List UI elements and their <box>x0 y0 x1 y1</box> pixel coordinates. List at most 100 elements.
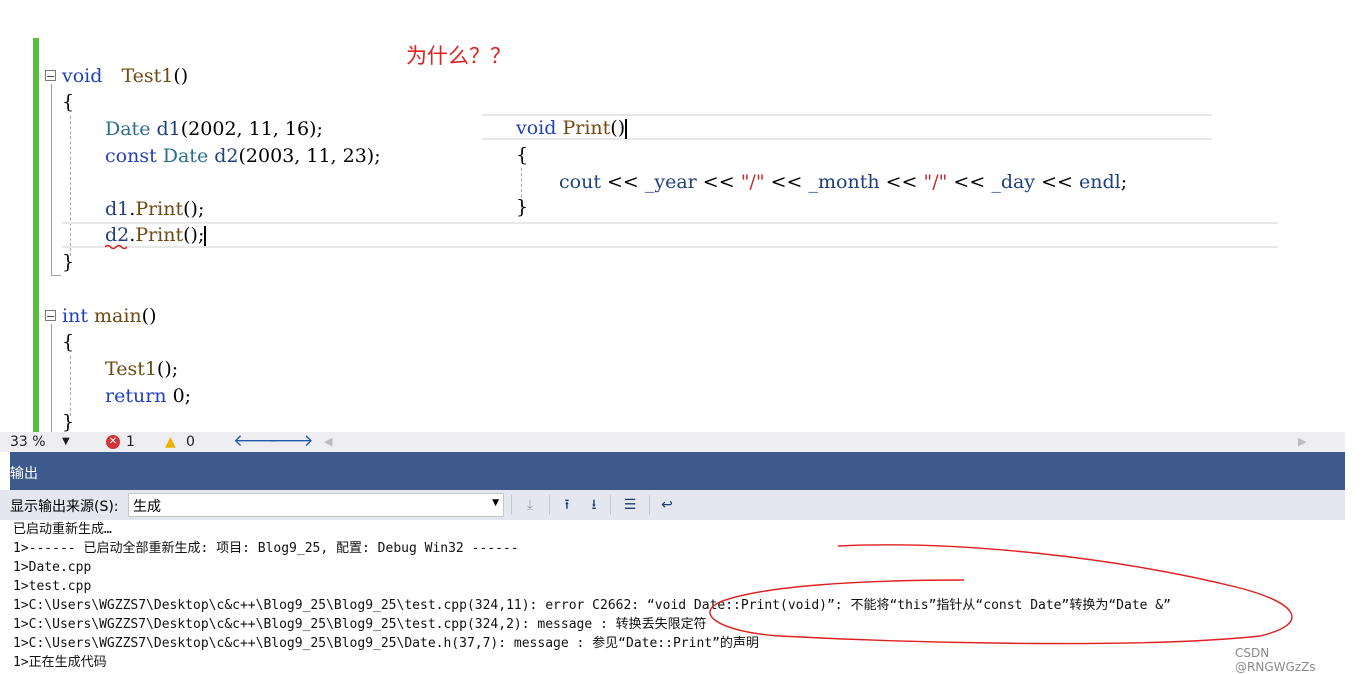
output-line: 已启动重新生成… <box>13 522 112 537</box>
code-tokens-right: { <box>516 144 528 166</box>
scroll-right-icon[interactable]: ▶ <box>1298 432 1306 452</box>
code-line: return 0; <box>105 383 191 409</box>
code-token: return <box>105 385 167 407</box>
code-token: _month <box>808 171 880 193</box>
code-token: << <box>600 171 645 193</box>
output-line: 1>C:\Users\WGZZS7\Desktop\c&c++\Blog9_25… <box>13 617 707 632</box>
word-wrap-icon[interactable]: ↩ <box>657 495 677 515</box>
code-token: { <box>62 331 75 353</box>
code-tokens: Date d1(2002, 11, 16); <box>105 118 323 140</box>
next-message-icon[interactable]: ⭳ <box>584 495 604 515</box>
prev-message-icon[interactable]: ⭱ <box>557 495 577 515</box>
warning-icon[interactable]: ▲ <box>165 432 176 452</box>
output-text-area[interactable]: 已启动重新生成… 1>------ 已启动全部重新生成: 项目: Blog9_2… <box>0 520 1345 674</box>
code-tokens: Test1(); <box>105 358 178 380</box>
output-line: 1>正在生成代码 <box>13 655 107 670</box>
code-line: Test1(); <box>105 356 178 382</box>
code-tokens: } <box>62 251 74 273</box>
code-token: Test1 <box>105 358 157 380</box>
toolbar-separator <box>610 495 611 515</box>
code-token: << <box>696 171 741 193</box>
output-line: 1>------ 已启动全部重新生成: 项目: Blog9_25, 配置: De… <box>13 541 519 556</box>
code-token: 0; <box>166 385 192 407</box>
code-line: { <box>516 142 528 168</box>
output-source-select[interactable]: 生成 ▼ <box>128 493 504 517</box>
text-cursor <box>204 226 207 246</box>
code-tokens: void Test1() <box>62 65 188 87</box>
code-token: d1 <box>105 198 130 220</box>
output-line: 1>Date.cpp <box>13 560 92 575</box>
warning-count[interactable]: 0 <box>186 432 195 452</box>
code-token: void <box>62 65 103 87</box>
error-icon[interactable]: ✕ <box>106 435 120 449</box>
code-token: Test1 <box>121 65 174 87</box>
output-toolbar: 显示输出来源(S): 生成 ▼ ⤓ ⭱ ⭳ ☰ ↩ <box>0 490 1345 520</box>
code-token: (2002, 11, 16); <box>180 118 323 140</box>
code-token: } <box>62 411 75 433</box>
output-line: 1>test.cpp <box>13 579 92 594</box>
toolbar-separator <box>511 495 512 515</box>
code-tokens: return 0; <box>105 385 191 407</box>
code-token: (2003, 11, 23); <box>238 145 381 167</box>
code-tokens: int main() <box>62 305 157 327</box>
code-editor[interactable]: 为什么？？ − − void Test1() { Date d1(2002, 1… <box>0 0 1369 433</box>
scroll-left-icon[interactable]: ◀ <box>324 432 332 452</box>
code-token: << <box>947 171 992 193</box>
code-token: ; <box>1120 171 1128 193</box>
code-token: d1 <box>156 118 181 140</box>
output-source-label: 显示输出来源(S): <box>10 499 119 515</box>
editor-status-bar: 33 % ▼ ✕ 1 ▲ 0 🡐 🡒 ◀ ▶ <box>0 431 1345 452</box>
code-tokens: { <box>62 91 74 113</box>
find-message-icon[interactable]: ⤓ <box>520 495 540 515</box>
code-token: () <box>141 305 157 327</box>
code-token: } <box>62 251 75 273</box>
code-token: (); <box>156 358 179 380</box>
code-tokens: const Date d2(2003, 11, 23); <box>105 145 381 167</box>
code-line: } <box>62 249 74 275</box>
arrow-right-icon[interactable]: 🡒 <box>268 431 314 451</box>
toolbar-separator <box>549 495 550 515</box>
fold-toggle-main[interactable]: − <box>45 310 56 322</box>
indent-guide <box>70 356 71 416</box>
code-token: "/" <box>923 171 948 193</box>
code-token: main <box>94 305 142 327</box>
code-line: { <box>62 89 74 115</box>
error-count[interactable]: 1 <box>126 432 135 452</box>
fold-toggle-test1[interactable]: − <box>45 70 56 82</box>
code-line: d1.Print(); <box>105 196 204 222</box>
code-token: << <box>764 171 809 193</box>
output-source-value: 生成 <box>133 499 161 515</box>
code-token: endl <box>1078 171 1121 193</box>
watermark: CSDN @RNGWGzZs <box>1235 646 1316 674</box>
zoom-level[interactable]: 33 % <box>10 432 46 452</box>
error-squiggle <box>105 244 127 250</box>
zoom-dropdown-icon[interactable]: ▼ <box>62 432 70 452</box>
code-token: d2 <box>214 145 239 167</box>
code-token: } <box>516 196 529 218</box>
code-token: Print <box>562 117 611 139</box>
code-token: void <box>516 117 557 139</box>
code-line: void Print() <box>516 115 628 141</box>
code-line: int main() <box>62 303 157 329</box>
code-token: (); <box>183 198 205 220</box>
output-panel-header: 输出 <box>10 452 1345 490</box>
code-token: Print <box>135 198 184 220</box>
outline-line <box>51 324 52 432</box>
annotation-text: 为什么？？ <box>406 44 511 68</box>
code-token: _day <box>991 171 1036 193</box>
annotation-circle <box>709 544 1293 645</box>
chevron-down-icon: ▼ <box>492 498 499 508</box>
code-tokens-right: void Print() <box>516 117 625 139</box>
code-token: (); <box>183 224 205 246</box>
code-token: { <box>62 91 75 113</box>
code-tokens: } <box>62 411 74 433</box>
clear-all-icon[interactable]: ☰ <box>620 495 640 515</box>
code-tokens: { <box>62 331 74 353</box>
code-tokens-right: } <box>516 196 528 218</box>
code-line: void Test1() <box>62 63 188 89</box>
code-line: cout << _year << "/" << _month << "/" <<… <box>559 169 1127 195</box>
code-tokens: d2.Print(); <box>105 224 204 246</box>
code-line: { <box>62 329 74 355</box>
outline-end <box>51 275 61 276</box>
